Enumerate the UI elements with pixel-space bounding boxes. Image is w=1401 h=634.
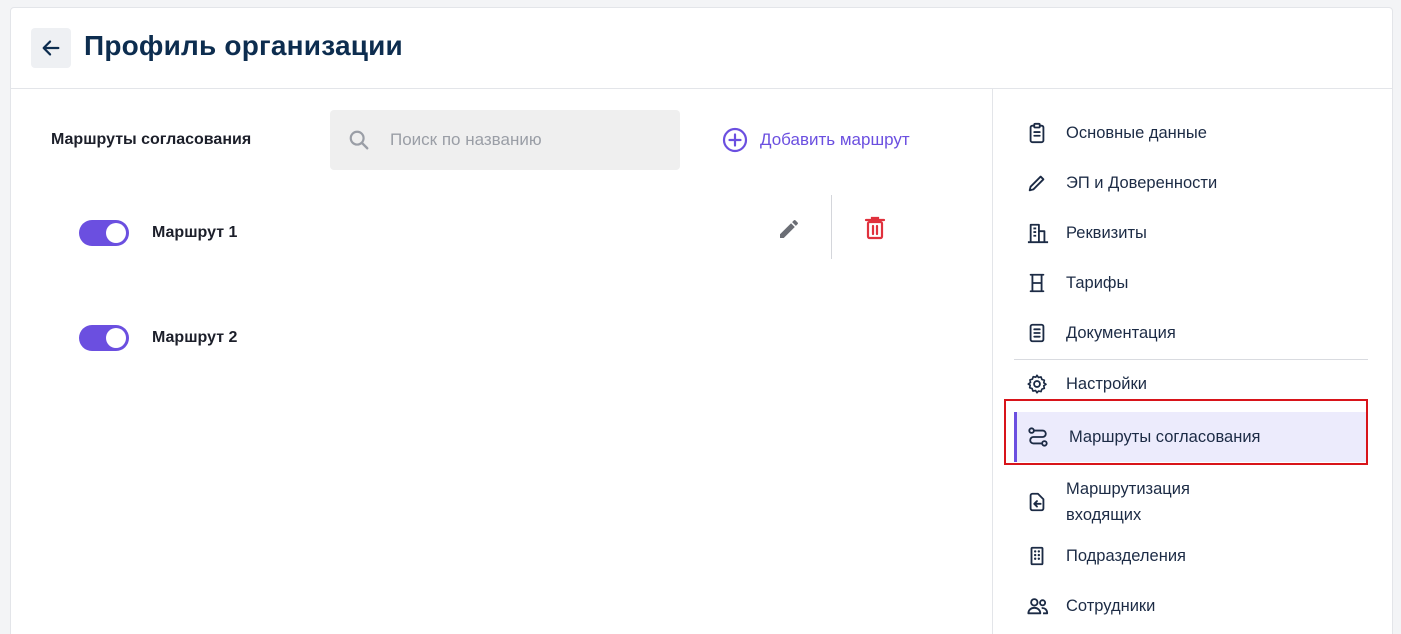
- plus-circle-icon: [722, 127, 748, 153]
- document-icon: [1014, 322, 1058, 344]
- sidebar-item-main-data[interactable]: Основные данные: [1014, 118, 1368, 148]
- routes-panel: Маршруты согласования Добавить маршрут М…: [11, 89, 993, 634]
- back-button[interactable]: [31, 28, 71, 68]
- sidebar-divider: [1014, 359, 1368, 360]
- add-route-button[interactable]: Добавить маршрут: [722, 127, 910, 153]
- page-header: Профиль организации: [11, 8, 1392, 89]
- arrow-left-icon: [40, 37, 62, 59]
- pencil-icon: [1014, 172, 1058, 194]
- sidebar-item-label: ЭП и Доверенности: [1066, 174, 1218, 192]
- incoming-icon: [1014, 491, 1058, 513]
- search-input[interactable]: [390, 130, 660, 150]
- sidebar-item-label: Сотрудники: [1066, 597, 1156, 615]
- sidebar-item-label: Реквизиты: [1066, 224, 1147, 242]
- building-icon: [1014, 222, 1058, 244]
- sidebar-item-documentation[interactable]: Документация: [1014, 318, 1368, 348]
- route-toggle[interactable]: [79, 220, 129, 246]
- sidebar-item-requisites[interactable]: Реквизиты: [1014, 218, 1368, 248]
- profile-sidebar: Основные данные ЭП и Доверенности Реквиз…: [994, 89, 1392, 634]
- edit-route-button[interactable]: [774, 214, 804, 244]
- sidebar-item-label: Маршрутизация входящих: [1066, 480, 1190, 524]
- sidebar-item-departments[interactable]: Подразделения: [1014, 541, 1368, 571]
- route-name: Маршрут 2: [152, 329, 238, 346]
- search-box[interactable]: [330, 110, 680, 170]
- sidebar-item-label: Настройки: [1066, 375, 1147, 393]
- route-row: Маршрут 2: [79, 323, 237, 353]
- route-row: Маршрут 1: [79, 218, 237, 248]
- clipboard-icon: [1014, 122, 1058, 144]
- sidebar-item-tariffs[interactable]: Тарифы: [1014, 268, 1368, 298]
- page-title: Профиль организации: [84, 30, 403, 61]
- sidebar-item-signatures[interactable]: ЭП и Доверенности: [1014, 168, 1368, 198]
- delete-route-button[interactable]: [860, 213, 890, 243]
- section-title: Маршруты согласования: [51, 131, 252, 148]
- sidebar-item-employees[interactable]: Сотрудники: [1014, 591, 1368, 621]
- sidebar-item-approval-routes[interactable]: Маршруты согласования: [1014, 412, 1368, 462]
- sidebar-item-settings[interactable]: Настройки: [1014, 369, 1368, 399]
- pencil-icon: [777, 217, 801, 241]
- actions-divider: [831, 195, 832, 259]
- users-icon: [1014, 595, 1058, 617]
- search-icon: [348, 129, 370, 151]
- sidebar-item-label: Основные данные: [1066, 124, 1207, 142]
- tariff-icon: [1014, 272, 1058, 294]
- sidebar-item-label: Подразделения: [1066, 547, 1186, 565]
- route-icon: [1017, 426, 1061, 448]
- sidebar-item-label: Тарифы: [1066, 274, 1129, 292]
- trash-icon: [863, 215, 887, 241]
- add-route-label: Добавить маршрут: [760, 130, 910, 149]
- gear-icon: [1014, 373, 1058, 395]
- departments-icon: [1014, 545, 1058, 567]
- sidebar-item-label: Документация: [1066, 324, 1176, 342]
- route-name: Маршрут 1: [152, 224, 238, 241]
- organization-profile-card: Профиль организации Маршруты согласовани…: [10, 7, 1393, 634]
- sidebar-item-incoming-routing[interactable]: Маршрутизация входящих: [1014, 475, 1368, 529]
- route-toggle[interactable]: [79, 325, 129, 351]
- sidebar-item-label: Маршруты согласования: [1069, 428, 1261, 446]
